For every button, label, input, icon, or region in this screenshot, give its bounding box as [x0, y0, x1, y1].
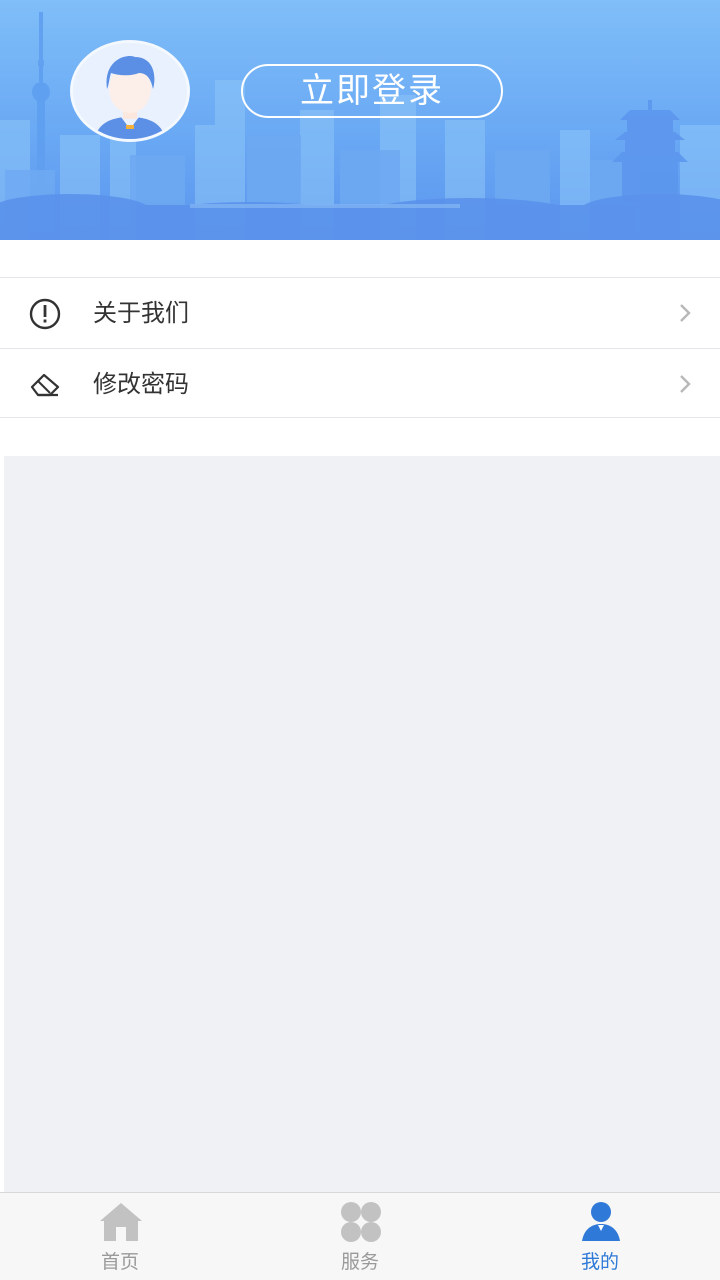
- home-icon: [100, 1203, 142, 1241]
- menu-item-about-us[interactable]: 关于我们: [0, 277, 720, 347]
- chevron-right-icon: [680, 304, 691, 322]
- avatar[interactable]: [70, 40, 190, 142]
- user-icon: [582, 1202, 620, 1241]
- tab-label: 我的: [580, 1251, 619, 1273]
- content-area: [4, 456, 720, 1192]
- menu-item-label: 关于我们: [93, 299, 189, 327]
- eraser-icon: [30, 373, 60, 397]
- profile-header: 立即登录: [0, 0, 720, 240]
- menu-item-change-password[interactable]: 修改密码: [0, 348, 720, 418]
- profile-page: 立即登录 关于我们 修改密码 首页 服务 我的: [0, 0, 720, 1280]
- tab-label: 服务: [340, 1251, 379, 1273]
- default-user-avatar-icon: [73, 43, 187, 139]
- settings-menu: 关于我们 修改密码: [0, 277, 720, 418]
- tab-services[interactable]: 服务: [240, 1193, 480, 1280]
- menu-item-label: 修改密码: [93, 370, 189, 398]
- bottom-tab-bar: 首页 服务 我的: [0, 1192, 720, 1280]
- grid-icon: [341, 1202, 381, 1242]
- tab-mine[interactable]: 我的: [480, 1193, 720, 1280]
- info-circle-icon: [29, 298, 61, 330]
- tab-label: 首页: [100, 1251, 139, 1273]
- login-button[interactable]: 立即登录: [241, 64, 503, 118]
- tab-home[interactable]: 首页: [0, 1193, 240, 1280]
- chevron-right-icon: [680, 375, 691, 393]
